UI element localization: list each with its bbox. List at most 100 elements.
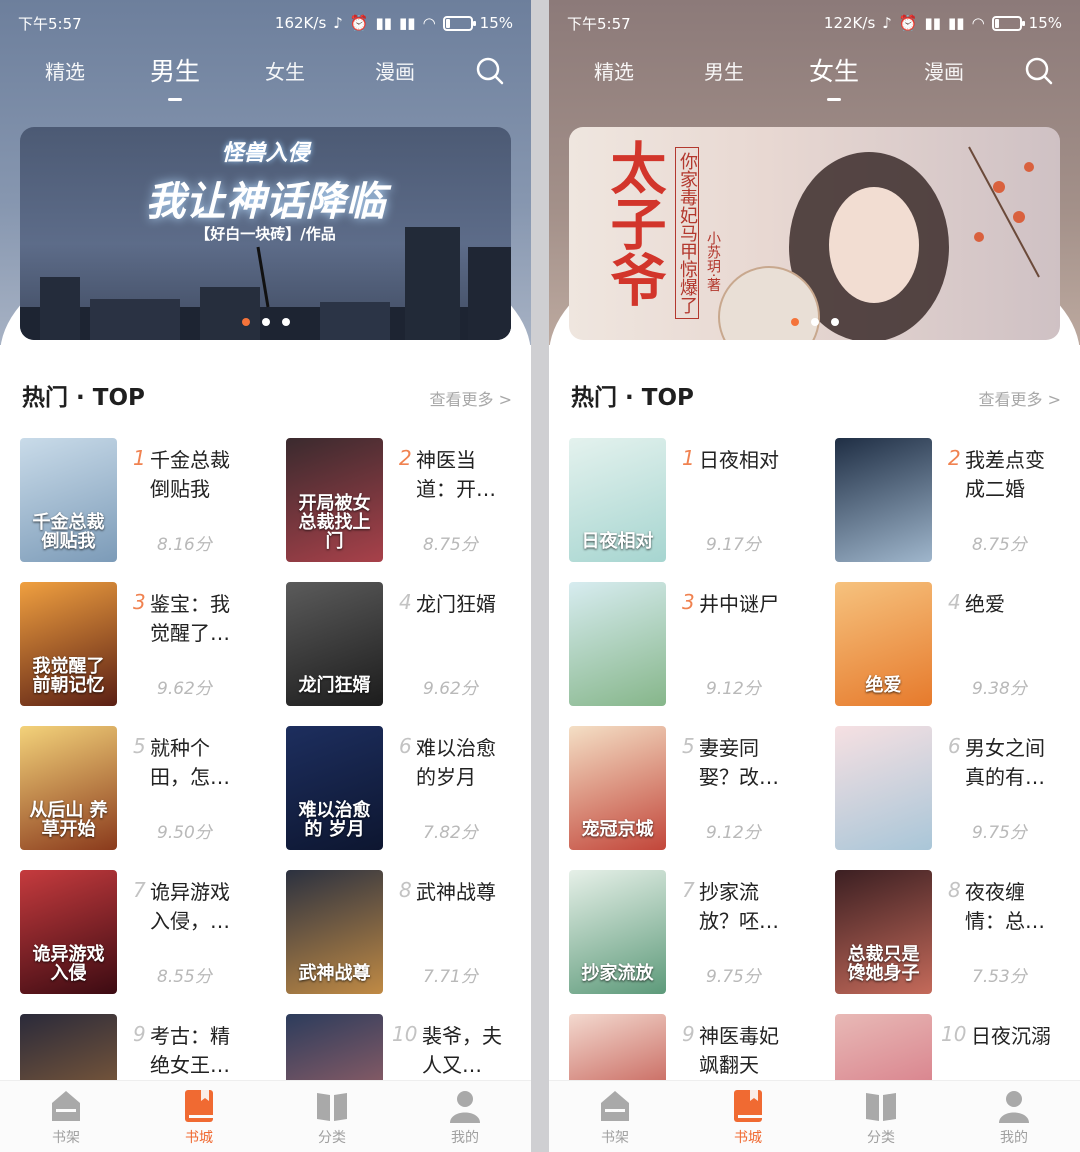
book-item[interactable]: 千金总裁 倒贴我 1 千金总裁倒贴我 8.16分 xyxy=(20,438,270,563)
book-rank: 9 xyxy=(682,1022,695,1046)
book-item[interactable]: 诡异游戏入侵 7 诡异游戏入侵，… 8.55分 xyxy=(20,870,270,995)
battery-icon xyxy=(991,15,1025,31)
book-title[interactable]: 男女之间真的有… xyxy=(965,734,1061,792)
book-cover[interactable]: 难以治愈的 岁月 xyxy=(286,726,383,850)
tabbar-item-3[interactable]: 我的 xyxy=(974,1087,1054,1147)
book-title[interactable]: 考古：精绝女王… xyxy=(150,1022,246,1080)
banner-pagination xyxy=(569,311,1060,330)
book-title[interactable]: 我差点变成二婚 xyxy=(965,446,1061,504)
book-rank: 10 xyxy=(392,1022,418,1046)
tabbar-item-2[interactable]: 分类 xyxy=(292,1087,372,1147)
pagination-dot[interactable] xyxy=(830,318,839,326)
view-more-link[interactable]: 查看更多 > xyxy=(430,386,513,410)
book-cover[interactable]: 绝爱 xyxy=(835,582,932,706)
book-score: 9.12分 xyxy=(706,679,761,699)
book-item[interactable]: 龙门狂婿 4 龙门狂婿 9.62分 xyxy=(286,582,531,707)
book-cover[interactable] xyxy=(835,438,932,562)
book-title[interactable]: 武神战尊 xyxy=(416,878,512,907)
tab-1[interactable]: 男生 xyxy=(135,52,215,101)
network-speed: 122K/s xyxy=(823,13,876,32)
book-cover[interactable]: 武神战尊 xyxy=(286,870,383,994)
book-cover[interactable]: 龙门狂婿 xyxy=(286,582,383,706)
book-score: 9.17分 xyxy=(706,535,761,555)
book-cover[interactable]: 抄家流放 xyxy=(569,870,666,994)
tabbar-item-0[interactable]: 书架 xyxy=(575,1087,655,1147)
book-title[interactable]: 神医毒妃飒翻天 xyxy=(699,1022,795,1080)
book-cover[interactable] xyxy=(569,582,666,706)
book-title[interactable]: 日夜沉溺 xyxy=(971,1022,1067,1051)
banner-author: 【好白一块砖】/作品 xyxy=(195,225,336,243)
book-title[interactable]: 抄家流放？呸… xyxy=(699,878,795,936)
book-title[interactable]: 神医当道：开… xyxy=(416,446,512,504)
book-item[interactable]: 3 井中谜尸 9.12分 xyxy=(569,582,819,707)
tab-3[interactable]: 漫画 xyxy=(904,52,984,92)
tabbar-item-1[interactable]: 书城 xyxy=(159,1087,239,1147)
book-item[interactable]: 宠冠京城 5 妻妾同娶？改… 9.12分 xyxy=(569,726,819,851)
book-title[interactable]: 妻妾同娶？改… xyxy=(699,734,795,792)
book-cover[interactable]: 日夜相对 xyxy=(569,438,666,562)
book-title[interactable]: 龙门狂婿 xyxy=(416,590,512,619)
book-item[interactable]: 绝爱 4 绝爱 9.38分 xyxy=(835,582,1080,707)
book-item[interactable]: 我觉醒了 前朝记忆 3 鉴宝：我觉醒了… 9.62分 xyxy=(20,582,270,707)
signal-icon: ▮▮ xyxy=(948,13,965,32)
tab-1[interactable]: 男生 xyxy=(684,52,764,92)
pagination-dot[interactable] xyxy=(790,318,799,326)
book-item[interactable]: 难以治愈的 岁月 6 难以治愈的岁月 7.82分 xyxy=(286,726,531,851)
book-cover[interactable]: 诡异游戏入侵 xyxy=(20,870,117,994)
book-title[interactable]: 就种个田，怎… xyxy=(150,734,246,792)
book-title[interactable]: 夜夜缠情：总… xyxy=(965,878,1061,936)
book-cover[interactable]: 总裁只是 馋她身子 xyxy=(835,870,932,994)
tab-3[interactable]: 漫画 xyxy=(355,52,435,92)
tab-0[interactable]: 精选 xyxy=(25,52,105,92)
book-title[interactable]: 千金总裁倒贴我 xyxy=(150,446,246,504)
book-title[interactable]: 难以治愈的岁月 xyxy=(416,734,512,792)
view-more-link[interactable]: 查看更多 > xyxy=(979,386,1062,410)
book-score: 9.38分 xyxy=(972,679,1027,699)
tabbar-item-3[interactable]: 我的 xyxy=(425,1087,505,1147)
pagination-dot[interactable] xyxy=(241,318,250,326)
tabbar-item-0[interactable]: 书架 xyxy=(26,1087,106,1147)
tabbar-item-1[interactable]: 书城 xyxy=(708,1087,788,1147)
book-item[interactable]: 总裁只是 馋她身子 8 夜夜缠情：总… 7.53分 xyxy=(835,870,1080,995)
book-cover[interactable]: 宠冠京城 xyxy=(569,726,666,850)
book-item[interactable]: 开局被女 总裁找上门 2 神医当道：开… 8.75分 xyxy=(286,438,531,563)
featured-banner[interactable]: 太子爷 你家毒妃马甲惊爆了 小苏玥·著 xyxy=(569,127,1060,340)
book-item[interactable]: 日夜相对 1 日夜相对 9.17分 xyxy=(569,438,819,563)
book-cover[interactable]: 开局被女 总裁找上门 xyxy=(286,438,383,562)
book-score: 8.55分 xyxy=(157,967,212,987)
tab-0[interactable]: 精选 xyxy=(574,52,654,92)
network-speed: 162K/s xyxy=(274,13,327,32)
search-icon[interactable] xyxy=(1024,56,1054,86)
book-title[interactable]: 井中谜尸 xyxy=(699,590,795,619)
book-item[interactable]: 武神战尊 8 武神战尊 7.71分 xyxy=(286,870,531,995)
book-score: 7.71分 xyxy=(423,967,478,987)
book-title[interactable]: 日夜相对 xyxy=(699,446,795,475)
book-cover[interactable]: 千金总裁 倒贴我 xyxy=(20,438,117,562)
book-title[interactable]: 裴爷，夫人又… xyxy=(422,1022,518,1080)
tabbar-item-2[interactable]: 分类 xyxy=(841,1087,921,1147)
book-cover[interactable] xyxy=(835,726,932,850)
book-title[interactable]: 鉴宝：我觉醒了… xyxy=(150,590,246,648)
tab-2[interactable]: 女生 xyxy=(245,52,325,92)
signal-icon: ▮▮ xyxy=(375,13,393,32)
pagination-dot[interactable] xyxy=(810,318,819,326)
book-cover-title: 宠冠京城 xyxy=(581,819,654,841)
book-cover[interactable]: 从后山 养草开始 xyxy=(20,726,117,850)
pagination-dot[interactable] xyxy=(261,318,270,326)
book-title[interactable]: 诡异游戏入侵，… xyxy=(150,878,246,936)
book-cover[interactable]: 我觉醒了 前朝记忆 xyxy=(20,582,117,706)
book-item[interactable]: 抄家流放 7 抄家流放？呸… 9.75分 xyxy=(569,870,819,995)
book-rank: 3 xyxy=(682,590,695,614)
book-item[interactable]: 6 男女之间真的有… 9.75分 xyxy=(835,726,1080,851)
pagination-dot[interactable] xyxy=(281,318,290,326)
book-score: 9.62分 xyxy=(423,679,478,699)
book-item[interactable]: 从后山 养草开始 5 就种个田，怎… 9.50分 xyxy=(20,726,270,851)
search-icon[interactable] xyxy=(475,56,505,86)
book-item[interactable]: 2 我差点变成二婚 8.75分 xyxy=(835,438,1080,563)
featured-banner[interactable]: 怪兽入侵 我让神话降临 【好白一块砖】/作品 xyxy=(20,127,511,340)
book-score: 8.75分 xyxy=(423,535,478,555)
profile-icon xyxy=(996,1087,1032,1125)
banner-author: 小苏玥·著 xyxy=(705,231,721,292)
tab-2[interactable]: 女生 xyxy=(794,52,874,101)
book-title[interactable]: 绝爱 xyxy=(965,590,1061,619)
